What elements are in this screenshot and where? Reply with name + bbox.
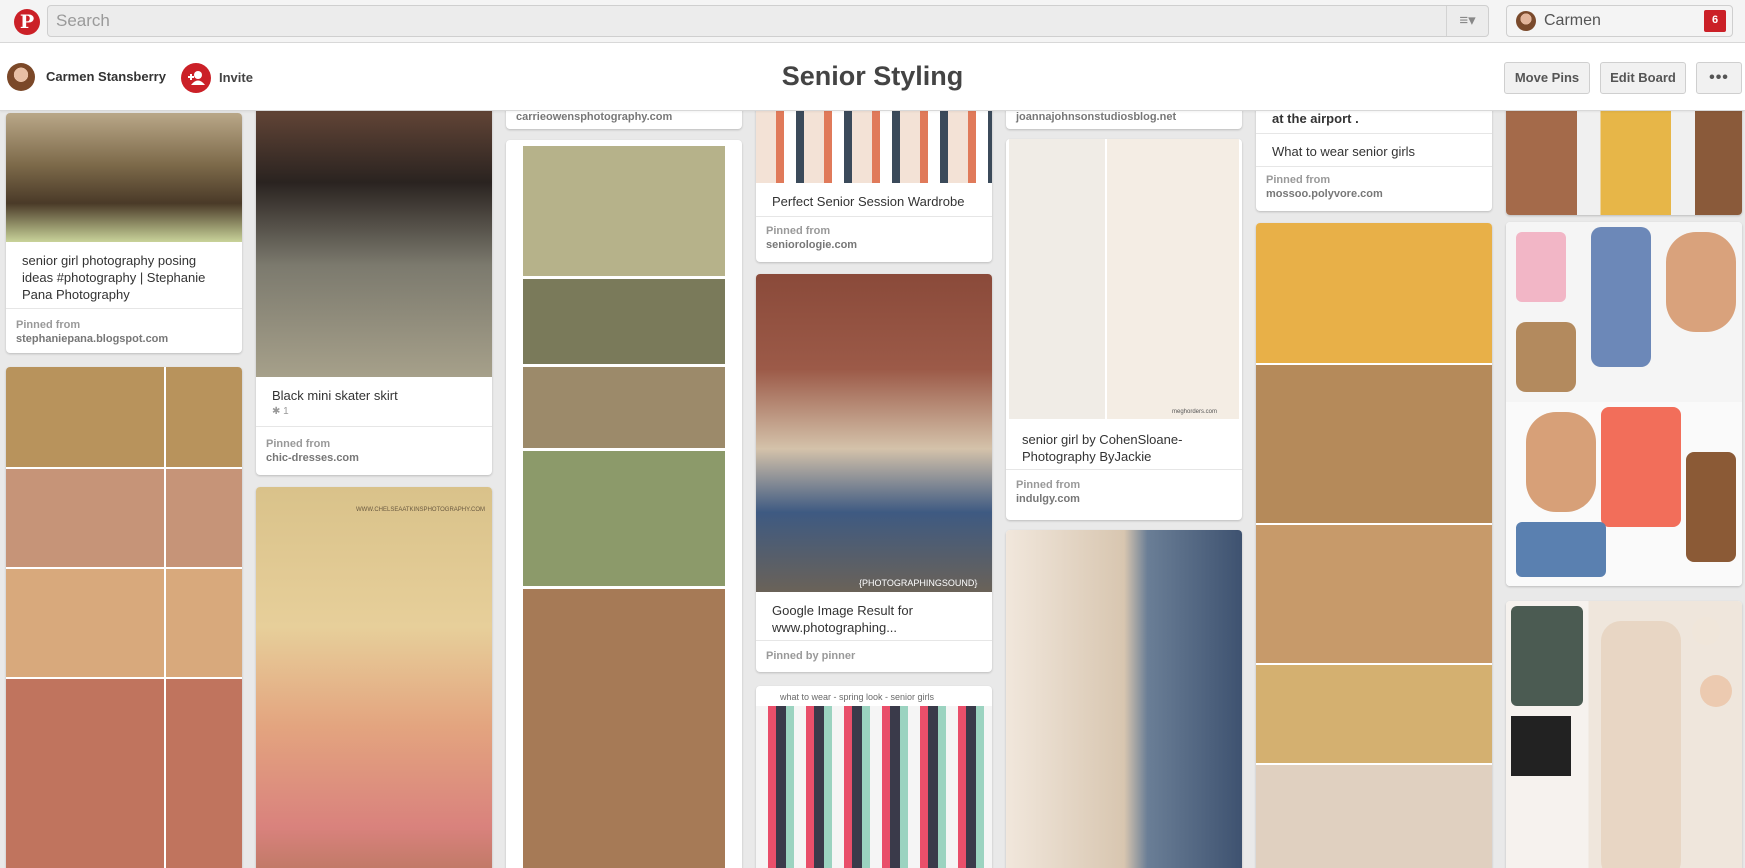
pin-card[interactable]	[506, 140, 742, 868]
divider	[6, 308, 242, 309]
pin-card[interactable]: Black mini skater skirt ✱ 1 Pinned from …	[256, 111, 492, 475]
board-header: Carmen Stansberry Invite Senior Styling …	[0, 43, 1745, 111]
pin-source-link[interactable]: stephaniepana.blogspot.com	[16, 333, 168, 345]
pin-card[interactable]	[1506, 111, 1742, 215]
pin-grid: senior girl photography posing ideas #ph…	[0, 111, 1745, 868]
pin-description[interactable]: Perfect Senior Session Wardrobe	[772, 193, 977, 210]
pin-image-collage[interactable]	[523, 146, 725, 868]
quote-text: love you is like waiting for a ship at t…	[1272, 111, 1359, 126]
repin-count: ✱ 1	[272, 406, 289, 417]
collage-caption: what to wear - spring look - senior girl…	[780, 692, 935, 702]
pin-image[interactable]	[6, 113, 242, 242]
divider	[1256, 133, 1492, 134]
categories-menu-icon[interactable]: ≡▾	[1446, 6, 1488, 36]
pin-image[interactable]	[756, 706, 992, 868]
move-pins-button[interactable]: Move Pins	[1504, 62, 1590, 94]
divider	[756, 640, 992, 641]
pin-card[interactable]: senior girl photography posing ideas #ph…	[6, 113, 242, 353]
divider	[256, 426, 492, 427]
notification-badge[interactable]: 6	[1704, 10, 1726, 32]
pin-card[interactable]: carrieowensphotography.com	[506, 111, 742, 129]
user-avatar	[1516, 11, 1536, 31]
pin-source-link[interactable]: mossoo.polyvore.com	[1266, 188, 1383, 200]
search-box[interactable]: ≡▾	[47, 5, 1489, 37]
pinned-from-label: Pinned from	[266, 438, 331, 450]
owner-avatar[interactable]	[7, 63, 35, 91]
more-options-button[interactable]: •••	[1696, 62, 1742, 94]
divider	[756, 216, 992, 217]
pinned-from-label: Pinned from	[16, 319, 81, 331]
pin-card[interactable]: Perfect Senior Session Wardrobe Pinned f…	[756, 111, 992, 262]
pin-card[interactable]: love you is like waiting for a ship at t…	[1256, 111, 1492, 211]
pin-source-link[interactable]: chic-dresses.com	[266, 452, 359, 464]
pin-source-link[interactable]: carrieowensphotography.com	[516, 111, 672, 123]
pin-source-link[interactable]: indulgy.com	[1016, 493, 1080, 505]
pin-card[interactable]	[1506, 222, 1742, 586]
pin-image[interactable]	[256, 487, 492, 868]
pin-image-collage[interactable]	[6, 367, 242, 868]
pinned-by-label: Pinned by pinner	[766, 650, 856, 662]
pin-card[interactable]	[1256, 223, 1492, 868]
pin-description[interactable]: senior girl by CohenSloane-Photography B…	[1022, 431, 1227, 465]
owner-name-link[interactable]: Carmen Stansberry	[46, 69, 166, 84]
pin-card[interactable]: {PHOTOGRAPHINGSOUND} Google Image Result…	[756, 274, 992, 672]
pin-card[interactable]	[1006, 530, 1242, 868]
divider	[1256, 166, 1492, 167]
image-watermark: {PHOTOGRAPHINGSOUND}	[859, 578, 978, 588]
user-menu-button[interactable]: Carmen 6	[1506, 5, 1733, 37]
pin-image[interactable]	[256, 111, 492, 377]
pin-card[interactable]: what to wear - spring look - senior girl…	[756, 686, 992, 868]
pin-card[interactable]	[1506, 601, 1742, 868]
pin-image[interactable]	[1506, 111, 1742, 215]
pin-description[interactable]: Black mini skater skirt	[272, 387, 477, 404]
pinterest-logo-icon[interactable]: P	[14, 9, 40, 35]
pin-card[interactable]: WWW.CHELSEAATKINSPHOTOGRAPHY.COM	[256, 487, 492, 868]
pin-image[interactable]	[756, 274, 992, 592]
pinned-from-label: Pinned from	[766, 225, 831, 237]
pinned-from-label: Pinned from	[1266, 174, 1331, 186]
image-watermark: WWW.CHELSEAATKINSPHOTOGRAPHY.COM	[356, 507, 486, 513]
image-watermark: meghorders.com	[1172, 409, 1218, 415]
pin-card[interactable]: joannajohnsonstudiosblog.net	[1006, 111, 1242, 129]
pin-image-collage[interactable]	[1009, 139, 1239, 419]
pin-card[interactable]: meghorders.com senior girl by CohenSloan…	[1006, 139, 1242, 520]
pin-description[interactable]: Google Image Result for www.photographin…	[772, 602, 977, 636]
pin-description[interactable]: What to wear senior girls	[1272, 143, 1477, 160]
pinned-from-label: Pinned from	[1016, 479, 1081, 491]
edit-board-button[interactable]: Edit Board	[1600, 62, 1686, 94]
pin-source-link[interactable]: joannajohnsonstudiosblog.net	[1016, 111, 1176, 123]
invite-icon[interactable]	[181, 63, 211, 93]
board-title: Senior Styling	[781, 61, 964, 91]
user-name: Carmen	[1544, 12, 1601, 29]
pin-image[interactable]	[756, 111, 992, 183]
divider	[1006, 469, 1242, 470]
pin-image[interactable]	[1506, 601, 1742, 868]
top-bar: P ≡▾ Carmen 6	[0, 0, 1745, 43]
invite-label[interactable]: Invite	[219, 70, 253, 85]
pin-image[interactable]	[1506, 222, 1742, 586]
pin-image-collage[interactable]	[1256, 223, 1492, 868]
pin-source-link[interactable]: seniorologie.com	[766, 239, 857, 251]
search-input[interactable]	[48, 6, 1438, 36]
pin-card[interactable]	[6, 367, 242, 868]
pin-description[interactable]: senior girl photography posing ideas #ph…	[22, 252, 227, 303]
pin-image[interactable]	[1006, 530, 1242, 868]
